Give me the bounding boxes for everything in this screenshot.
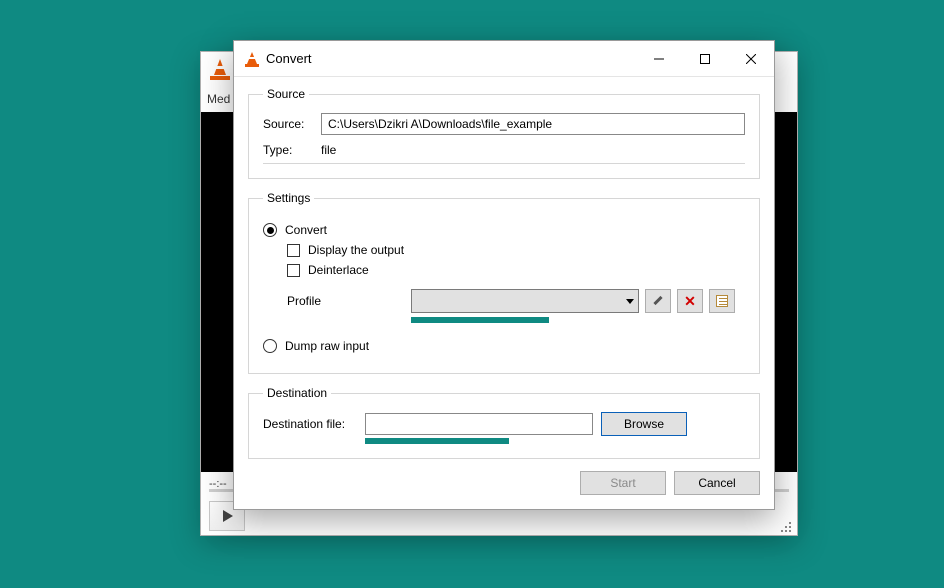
radio-icon [263,339,277,353]
resize-grip[interactable] [779,520,791,532]
deinterlace-label: Deinterlace [308,263,369,277]
checkbox-icon [287,244,300,257]
convert-radio-row[interactable]: Convert [263,223,745,237]
source-label: Source: [263,117,311,131]
deinterlace-row[interactable]: Deinterlace [287,263,745,277]
dialog-titlebar: Convert [234,41,774,77]
highlight-bar [365,438,509,444]
destination-legend: Destination [263,386,331,400]
new-profile-icon [716,295,728,307]
vlc-cone-icon [244,51,260,67]
delete-icon: ✕ [684,294,696,308]
type-label: Type: [263,143,311,157]
edit-profile-button[interactable] [645,289,671,313]
profile-label: Profile [287,294,405,308]
convert-radio-label: Convert [285,223,327,237]
cancel-button[interactable]: Cancel [674,471,760,495]
source-input[interactable] [321,113,745,135]
wrench-icon [652,295,664,307]
settings-group: Settings Convert Display the output Dein… [248,191,760,374]
source-group: Source Source: Type: file [248,87,760,179]
minimize-button[interactable] [636,41,682,76]
destination-group: Destination Destination file: Browse [248,386,760,459]
menu-item-media[interactable]: Med [207,92,230,106]
settings-legend: Settings [263,191,314,205]
delete-profile-button[interactable]: ✕ [677,289,703,313]
destination-label: Destination file: [263,417,357,431]
dump-radio-row[interactable]: Dump raw input [263,339,745,353]
play-icon [223,510,233,522]
vlc-cone-icon [209,58,231,80]
browse-button[interactable]: Browse [601,412,687,436]
display-output-label: Display the output [308,243,404,257]
new-profile-button[interactable] [709,289,735,313]
destination-input[interactable] [365,413,593,435]
source-legend: Source [263,87,309,101]
close-button[interactable] [728,41,774,76]
source-divider [263,163,745,164]
convert-dialog: Convert Source Source: Type: file Settin… [233,40,775,510]
dump-radio-label: Dump raw input [285,339,369,353]
highlight-bar [411,317,549,323]
start-button[interactable]: Start [580,471,666,495]
dialog-title: Convert [266,51,636,66]
checkbox-icon [287,264,300,277]
type-value: file [321,143,336,157]
chevron-down-icon [626,299,634,304]
maximize-button[interactable] [682,41,728,76]
radio-icon [263,223,277,237]
display-output-row[interactable]: Display the output [287,243,745,257]
profile-combo[interactable] [411,289,639,313]
